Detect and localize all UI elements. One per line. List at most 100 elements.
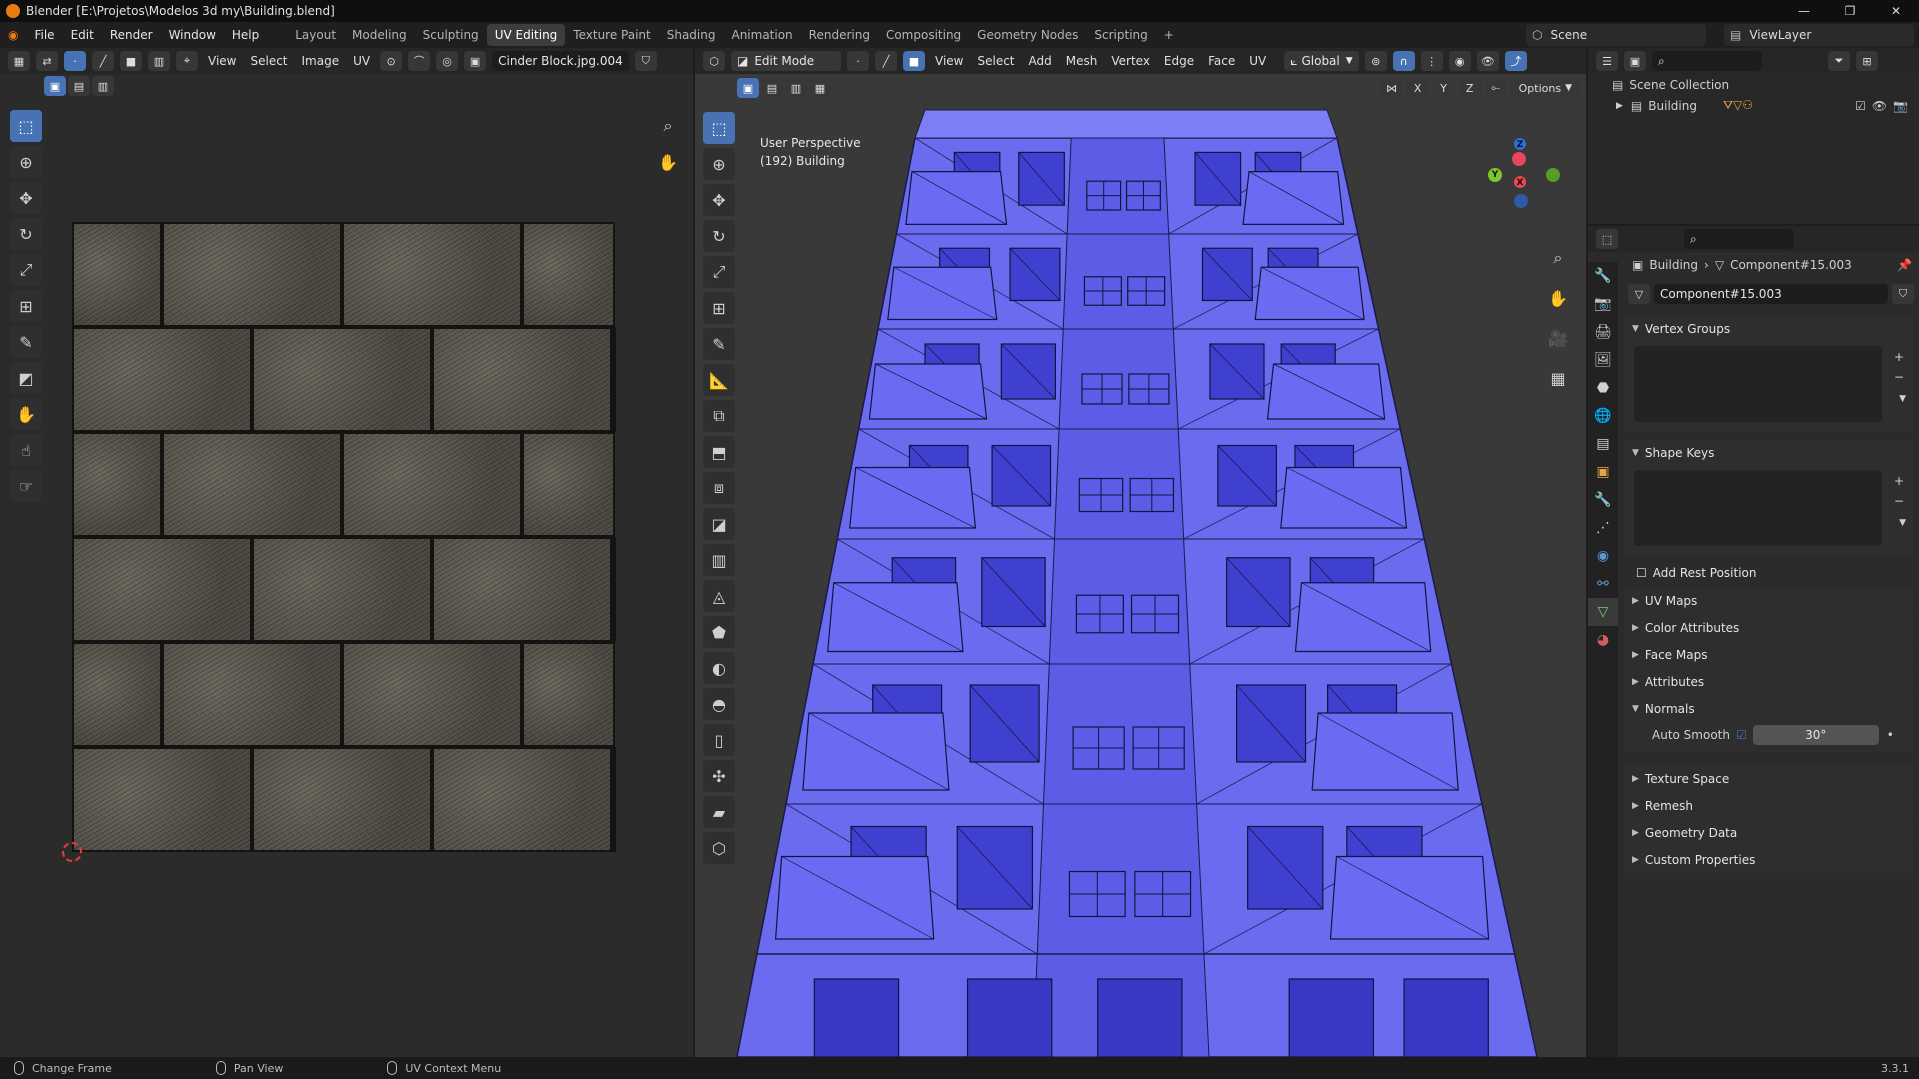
- vp-cursor-icon[interactable]: ⊕: [703, 148, 735, 180]
- render-camera-icon[interactable]: 📷: [1893, 99, 1908, 113]
- uv-menu-view[interactable]: View: [204, 54, 240, 68]
- annotate-icon[interactable]: ✎: [10, 326, 42, 358]
- snap-icon[interactable]: ⌒: [408, 51, 431, 71]
- vp-menu-add[interactable]: Add: [1025, 54, 1056, 68]
- vp-move-icon[interactable]: ✥: [703, 184, 735, 216]
- vp-menu-edge[interactable]: Edge: [1160, 54, 1198, 68]
- uv-editor[interactable]: ▦ ⇄ · ╱ ■ ▥ ⌖ View Select Image UV ⊙ ⌒ ◎…: [0, 48, 693, 1057]
- sync-selection-icon[interactable]: ⇄: [36, 51, 58, 71]
- vertex-mode-icon[interactable]: ·: [847, 51, 869, 71]
- mesh-name-field[interactable]: Component#15.003: [1654, 284, 1888, 304]
- uv-menu-image[interactable]: Image: [298, 54, 344, 68]
- knife-icon[interactable]: ◬: [703, 580, 735, 612]
- 3d-viewport[interactable]: ⬡ ◪ Edit Mode · ╱ ■ View Select Add Mesh…: [695, 48, 1586, 1057]
- select-box-icon[interactable]: ⬚: [10, 110, 42, 142]
- 2d-cursor-icon[interactable]: [62, 842, 82, 862]
- gizmo-neg-x-axis[interactable]: [1512, 152, 1526, 166]
- pan-icon[interactable]: ✋: [652, 146, 684, 178]
- extrude-icon[interactable]: ⬒: [703, 436, 735, 468]
- poly-build-icon[interactable]: ⬟: [703, 616, 735, 648]
- normals-header[interactable]: ▼ Normals: [1624, 696, 1914, 722]
- blender-menu-icon[interactable]: ◉: [0, 28, 26, 42]
- snap-target-icon[interactable]: ⋮: [1420, 51, 1443, 71]
- face-mode-icon[interactable]: ■: [903, 51, 925, 71]
- shape-keys-list[interactable]: [1634, 470, 1882, 546]
- vertex-groups-header[interactable]: ▼ Vertex Groups: [1624, 316, 1914, 342]
- vp-pan-icon[interactable]: ✋: [1542, 282, 1574, 314]
- vp-annotate-icon[interactable]: ✎: [703, 328, 735, 360]
- menu-help[interactable]: Help: [224, 28, 267, 42]
- tab-rendering[interactable]: Rendering: [801, 24, 878, 46]
- pivot-point-icon[interactable]: ⊚: [1364, 51, 1387, 71]
- tool-tab-icon[interactable]: 🔧: [1588, 262, 1618, 290]
- axis-y-toggle[interactable]: Y: [1432, 78, 1455, 98]
- rip-region-icon[interactable]: ⬡: [703, 832, 735, 864]
- options-dropdown[interactable]: Options ▼: [1510, 78, 1580, 98]
- vertex-select-icon[interactable]: ·: [64, 51, 86, 71]
- vp-rotate-icon[interactable]: ↻: [703, 220, 735, 252]
- rotate-icon[interactable]: ↻: [10, 218, 42, 250]
- close-button[interactable]: ✕: [1873, 0, 1919, 22]
- rip-icon[interactable]: ◩: [10, 362, 42, 394]
- gizmo-neg-z-axis[interactable]: [1514, 194, 1528, 208]
- modifier-tab-icon[interactable]: 🔧: [1588, 486, 1618, 514]
- shrink-fatten-icon[interactable]: ✣: [703, 760, 735, 792]
- menu-file[interactable]: File: [26, 28, 62, 42]
- add-cube-icon[interactable]: ⧉: [703, 400, 735, 432]
- pin-icon[interactable]: 📌: [1897, 258, 1912, 272]
- display-mode-icon[interactable]: ▣: [1624, 51, 1646, 71]
- tab-texture-paint[interactable]: Texture Paint: [565, 24, 658, 46]
- proportional-edit-icon[interactable]: ◎: [436, 51, 459, 71]
- transform-icon[interactable]: ⊞: [10, 290, 42, 322]
- filter-icon[interactable]: ⏷: [1828, 51, 1850, 71]
- navigation-gizmo[interactable]: Z Y X: [1476, 138, 1566, 228]
- constraints-tab-icon[interactable]: ⚯: [1588, 570, 1618, 598]
- material-tab-icon[interactable]: ◕: [1588, 626, 1618, 654]
- face-maps-panel[interactable]: ▶ Face Maps: [1624, 642, 1914, 668]
- vp-menu-face[interactable]: Face: [1204, 54, 1239, 68]
- mirror-icon[interactable]: ⋈: [1380, 78, 1403, 98]
- vp-menu-view[interactable]: View: [931, 54, 967, 68]
- axis-z-toggle[interactable]: Z: [1458, 78, 1481, 98]
- vp-menu-select[interactable]: Select: [973, 54, 1018, 68]
- vp-menu-uv[interactable]: UV: [1245, 54, 1270, 68]
- image-name-field[interactable]: Cinder Block.jpg.004: [492, 51, 629, 71]
- vp-subtract-selection-icon[interactable]: ▥: [785, 78, 807, 98]
- sticky-select-icon[interactable]: ⌖: [176, 51, 198, 71]
- tab-shading[interactable]: Shading: [659, 24, 724, 46]
- ortho-toggle-icon[interactable]: ▦: [1542, 362, 1574, 394]
- relax-icon[interactable]: ☝: [10, 434, 42, 466]
- tab-uv-editing[interactable]: UV Editing: [486, 24, 566, 46]
- uv-menu-uv[interactable]: UV: [349, 54, 374, 68]
- add-workspace-button[interactable]: +: [1156, 24, 1182, 46]
- geometry-data-panel[interactable]: ▶ Geometry Data: [1624, 820, 1914, 846]
- new-selection-icon[interactable]: ▣: [44, 76, 66, 96]
- gizmo-y-axis[interactable]: Y: [1488, 168, 1502, 182]
- auto-smooth-checkbox[interactable]: ☑: [1736, 728, 1747, 742]
- pinch-icon[interactable]: ☞: [10, 470, 42, 502]
- visibility-icon[interactable]: 👁: [1476, 51, 1499, 71]
- hide-eye-icon[interactable]: 👁: [1872, 99, 1887, 113]
- remove-shape-key-icon[interactable]: −: [1894, 494, 1904, 508]
- vp-menu-vertex[interactable]: Vertex: [1107, 54, 1154, 68]
- maximize-button[interactable]: ❐: [1827, 0, 1873, 22]
- texture-space-panel[interactable]: ▶ Texture Space: [1624, 766, 1914, 792]
- collection-tab-icon[interactable]: ▤: [1588, 430, 1618, 458]
- add-rest-position-checkbox[interactable]: ☐: [1636, 566, 1647, 580]
- output-tab-icon[interactable]: 🖨: [1588, 318, 1618, 346]
- proportional-icon[interactable]: ◉: [1448, 51, 1471, 71]
- menu-edit[interactable]: Edit: [63, 28, 102, 42]
- loop-cut-icon[interactable]: ▥: [703, 544, 735, 576]
- custom-properties-panel[interactable]: ▶ Custom Properties: [1624, 847, 1914, 873]
- zoom-icon[interactable]: ⌕: [652, 110, 684, 142]
- menu-window[interactable]: Window: [161, 28, 224, 42]
- menu-render[interactable]: Render: [102, 28, 161, 42]
- tab-compositing[interactable]: Compositing: [878, 24, 969, 46]
- edge-slide-icon[interactable]: ▯: [703, 724, 735, 756]
- grab-icon[interactable]: ✋: [10, 398, 42, 430]
- extend-selection-icon[interactable]: ▤: [68, 76, 90, 96]
- snap-toggle-icon[interactable]: ∩: [1392, 51, 1415, 71]
- physics-tab-icon[interactable]: ◉: [1588, 542, 1618, 570]
- vertex-group-menu-icon[interactable]: ▼: [1899, 394, 1906, 404]
- spin-icon[interactable]: ◐: [703, 652, 735, 684]
